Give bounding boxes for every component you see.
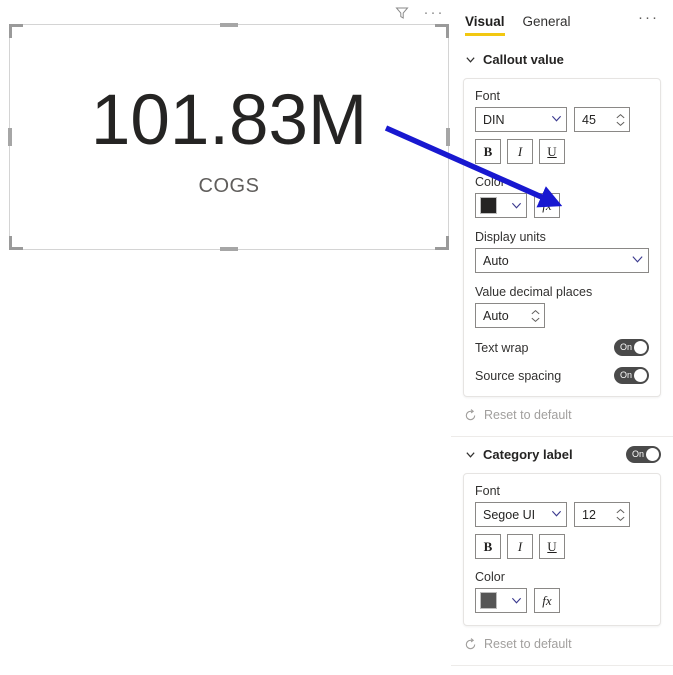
resize-handle-top-right[interactable] — [435, 24, 449, 38]
chevron-down-icon — [463, 52, 477, 66]
font-row: DIN 45 — [475, 107, 649, 132]
font-label: Font — [475, 484, 501, 498]
chevron-down-icon — [551, 114, 562, 126]
color-swatch — [480, 197, 497, 214]
filter-icon[interactable] — [392, 3, 412, 23]
pane-more-options-icon[interactable]: ··· — [638, 10, 659, 28]
display-units-value: Auto — [483, 253, 509, 268]
color-row: fx — [475, 193, 649, 218]
resize-handle-bottom-right[interactable] — [435, 236, 449, 250]
source-spacing-label: Source spacing — [475, 368, 562, 383]
color-picker[interactable] — [475, 193, 527, 218]
callout-value-text: 101.83M — [90, 81, 368, 160]
decimal-places-stepper[interactable]: Auto — [475, 303, 545, 328]
color-label: Color — [475, 570, 505, 584]
decimal-places-label: Value decimal places — [475, 285, 593, 299]
resize-handle-top-left[interactable] — [9, 24, 23, 38]
more-options-icon[interactable]: ··· — [424, 3, 444, 23]
format-pane: Visual General ··· Callout value Font DI… — [451, 0, 673, 675]
toggle-knob — [646, 447, 659, 461]
text-wrap-row: Text wrap On — [475, 339, 649, 356]
section-callout-value: Callout value Font DIN 45 B I U Color fx… — [451, 42, 673, 437]
italic-button[interactable]: I — [507, 534, 533, 559]
reset-to-default-label: Reset to default — [484, 637, 572, 651]
underline-button[interactable]: U — [539, 534, 565, 559]
toggle-knob — [634, 341, 647, 354]
pane-body: Callout value Font DIN 45 B I U Color fx… — [451, 42, 673, 675]
stepper-arrows-icon[interactable] — [615, 508, 626, 522]
display-units-label: Display units — [475, 230, 546, 244]
tab-visual[interactable]: Visual — [465, 14, 505, 36]
category-label-card: Font Segoe UI 12 B I U Color fx — [463, 473, 661, 626]
font-row: Segoe UI 12 — [475, 502, 649, 527]
toggle-state-text: On — [620, 370, 633, 380]
font-label: Font — [475, 89, 501, 103]
underline-button[interactable]: U — [539, 139, 565, 164]
font-size-value: 45 — [582, 112, 596, 127]
color-label: Color — [475, 175, 505, 189]
reset-icon — [464, 637, 477, 651]
section-title-category-label: Category label — [483, 446, 573, 462]
chevron-down-icon — [463, 447, 477, 461]
decimal-places-value: Auto — [483, 308, 509, 323]
pane-tab-bar: Visual General ··· — [451, 0, 673, 42]
font-family-select[interactable]: DIN — [475, 107, 567, 132]
card-visual[interactable]: 101.83M COGS — [8, 23, 450, 251]
section-header-callout-value[interactable]: Callout value — [451, 42, 673, 76]
conditional-formatting-fx-button[interactable]: fx — [534, 193, 560, 218]
stepper-arrows-icon[interactable] — [615, 113, 626, 127]
section-title-callout-value: Callout value — [483, 51, 564, 67]
chevron-down-icon — [551, 509, 562, 521]
resize-handle-bottom-left[interactable] — [9, 236, 23, 250]
chevron-down-icon — [631, 254, 644, 267]
report-canvas-area: ··· 101.83M COGS — [0, 0, 450, 675]
section-category-label: Category label On Font Segoe UI 12 B I U… — [451, 437, 673, 666]
conditional-formatting-fx-button[interactable]: fx — [534, 588, 560, 613]
color-swatch — [480, 592, 497, 609]
visual-header-icons: ··· — [392, 2, 444, 24]
display-units-select[interactable]: Auto — [475, 248, 649, 273]
text-wrap-toggle[interactable]: On — [614, 339, 649, 356]
category-label-text: COGS — [198, 175, 260, 197]
font-style-buttons: B I U — [475, 534, 649, 559]
toggle-state-text: On — [620, 342, 633, 352]
bold-button[interactable]: B — [475, 534, 501, 559]
color-picker[interactable] — [475, 588, 527, 613]
resize-handle-left[interactable] — [8, 128, 12, 146]
toggle-knob — [634, 369, 647, 382]
font-family-select[interactable]: Segoe UI — [475, 502, 567, 527]
font-size-value: 12 — [582, 507, 596, 522]
text-wrap-label: Text wrap — [475, 340, 529, 355]
resize-handle-right[interactable] — [446, 128, 450, 146]
color-row: fx — [475, 588, 649, 613]
resize-handle-bottom[interactable] — [220, 247, 238, 251]
chevron-down-icon — [511, 592, 522, 610]
font-family-value: Segoe UI — [483, 507, 536, 522]
reset-to-default-callout-value[interactable]: Reset to default — [451, 403, 673, 430]
chevron-down-icon — [511, 197, 522, 215]
resize-handle-top[interactable] — [220, 23, 238, 27]
reset-icon — [464, 408, 477, 422]
callout-value-card: Font DIN 45 B I U Color fx Display units… — [463, 78, 661, 397]
section-header-category-label[interactable]: Category label On — [451, 437, 673, 471]
font-size-stepper[interactable]: 12 — [574, 502, 630, 527]
reset-to-default-label: Reset to default — [484, 408, 572, 422]
font-style-buttons: B I U — [475, 139, 649, 164]
font-size-stepper[interactable]: 45 — [574, 107, 630, 132]
category-label-toggle[interactable]: On — [626, 445, 661, 463]
bold-button[interactable]: B — [475, 139, 501, 164]
italic-button[interactable]: I — [507, 139, 533, 164]
toggle-state-text: On — [632, 448, 645, 459]
source-spacing-row: Source spacing On — [475, 367, 649, 384]
source-spacing-toggle[interactable]: On — [614, 367, 649, 384]
tab-general[interactable]: General — [523, 14, 571, 34]
report-page[interactable]: ··· 101.83M COGS — [0, 0, 450, 675]
reset-to-default-category-label[interactable]: Reset to default — [451, 632, 673, 659]
stepper-arrows-icon[interactable] — [530, 309, 541, 323]
font-family-value: DIN — [483, 112, 505, 127]
